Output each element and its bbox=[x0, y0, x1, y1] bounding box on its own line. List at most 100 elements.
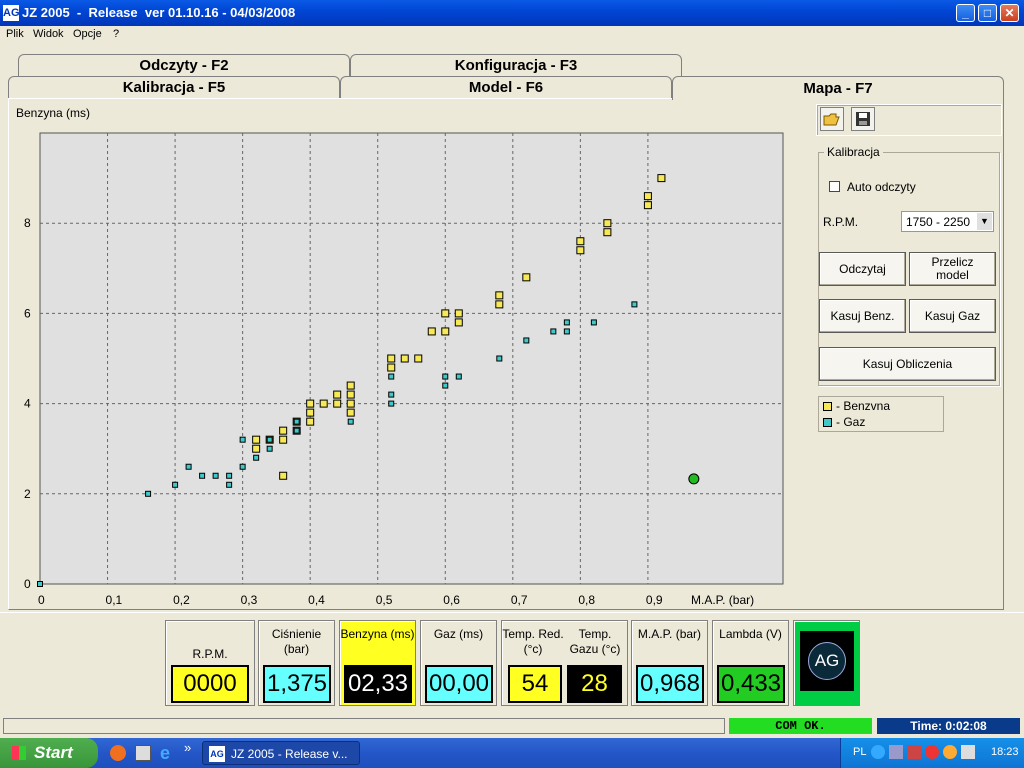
gaz-point bbox=[239, 436, 246, 443]
minimize-button[interactable]: _ bbox=[956, 4, 975, 22]
legend-benzyna-label: - Benzvna bbox=[836, 399, 891, 413]
benzyna-point bbox=[427, 327, 436, 336]
gaz-point bbox=[212, 472, 219, 479]
gaz-point bbox=[266, 445, 273, 452]
benzyna-point bbox=[495, 291, 504, 300]
gaz-point bbox=[239, 463, 246, 470]
y-tick-label: 8 bbox=[24, 216, 31, 230]
benzyna-point bbox=[441, 327, 450, 336]
status-progress bbox=[3, 718, 725, 734]
y-tick-label: 0 bbox=[24, 577, 31, 591]
menu-help[interactable]: ? bbox=[113, 28, 119, 40]
tab-mapa-active[interactable]: Mapa - F7 bbox=[672, 76, 1004, 100]
y-tick-label: 6 bbox=[24, 306, 31, 320]
tray-antivirus-icon[interactable] bbox=[925, 745, 939, 759]
app-shortcut-icon[interactable] bbox=[135, 745, 151, 761]
ie-icon[interactable]: e bbox=[160, 743, 170, 764]
benzyna-point bbox=[603, 228, 612, 237]
benzyna-point bbox=[576, 237, 585, 246]
current-operating-point bbox=[688, 473, 700, 485]
kasuj-benz-button[interactable]: Kasuj Benz. bbox=[819, 299, 906, 333]
benzyna-point bbox=[414, 354, 423, 363]
tab-kalibracja[interactable]: Kalibracja - F5 bbox=[8, 76, 340, 98]
tray-volume-icon[interactable] bbox=[961, 745, 975, 759]
gaz-point bbox=[590, 319, 597, 326]
x-tick-label: 0,7 bbox=[511, 593, 528, 607]
benzyna-point bbox=[387, 354, 396, 363]
open-folder-button[interactable] bbox=[820, 107, 844, 131]
x-tick-label: 0,4 bbox=[308, 593, 325, 607]
ag-logo-panel: AG bbox=[793, 620, 860, 706]
close-button[interactable]: ✕ bbox=[1000, 4, 1019, 22]
gauge-lambda-value: 0,433 bbox=[717, 665, 785, 703]
benzyna-point bbox=[333, 399, 342, 408]
benzyna-point bbox=[279, 471, 288, 480]
language-indicator[interactable]: PL bbox=[853, 746, 866, 758]
system-tray: PL 18:23 bbox=[840, 738, 1024, 768]
odczytaj-button[interactable]: Odczytaj bbox=[819, 252, 906, 286]
plot-area bbox=[39, 132, 784, 585]
benzyna-point bbox=[279, 426, 288, 435]
tray-back-icon[interactable] bbox=[871, 745, 885, 759]
x-tick-label: 0,8 bbox=[578, 593, 595, 607]
benzyna-point bbox=[346, 408, 355, 417]
gauge-rpm: R.P.M. 0000 bbox=[165, 620, 255, 706]
tray-security-icon[interactable] bbox=[907, 745, 921, 759]
benzyna-point bbox=[252, 444, 261, 453]
menu-plik[interactable]: Plik bbox=[6, 28, 24, 40]
x-axis-label: M.A.P. (bar) bbox=[691, 593, 754, 607]
gaz-point bbox=[563, 319, 570, 326]
window-title: JZ 2005 - Release ver 01.10.16 - 04/03/2… bbox=[22, 5, 296, 20]
gauge-temp-gazu-label: Temp. Gazu (°c) bbox=[569, 627, 621, 656]
gauge-temp-red-label: Temp. Red. (°c) bbox=[502, 627, 564, 656]
firefox-icon[interactable] bbox=[110, 745, 126, 761]
gaz-point bbox=[266, 436, 273, 443]
maximize-button[interactable]: □ bbox=[978, 4, 997, 22]
benzyna-point bbox=[346, 381, 355, 390]
gauge-lambda-label: Lambda (V) bbox=[719, 627, 782, 641]
gauge-gaz-value: 00,00 bbox=[425, 665, 493, 703]
save-button[interactable] bbox=[851, 107, 875, 131]
benzyna-point bbox=[441, 309, 450, 318]
benzyna-point bbox=[643, 192, 652, 201]
gaz-point bbox=[226, 472, 233, 479]
gauge-map: M.A.P. (bar) 0,968 bbox=[631, 620, 708, 706]
gaz-point bbox=[563, 328, 570, 335]
legend-gaz-label: - Gaz bbox=[836, 415, 866, 429]
start-button[interactable]: Start bbox=[0, 738, 98, 768]
rpm-select[interactable]: 1750 - 2250 ▼ bbox=[901, 211, 994, 232]
gauge-cisnienie-label: Ciśnienie (bar) bbox=[271, 627, 322, 656]
gauge-lambda: Lambda (V) 0,433 bbox=[712, 620, 789, 706]
menu-widok[interactable]: Widok bbox=[33, 28, 64, 40]
gaz-point bbox=[442, 382, 449, 389]
kasuj-gaz-button[interactable]: Kasuj Gaz bbox=[909, 299, 996, 333]
benzyna-point bbox=[252, 435, 261, 444]
tab-odczyty[interactable]: Odczyty - F2 bbox=[18, 54, 350, 76]
auto-odczyty-checkbox[interactable] bbox=[829, 181, 840, 192]
tab-model[interactable]: Model - F6 bbox=[340, 76, 672, 98]
tab-konfiguracja[interactable]: Konfiguracja - F3 bbox=[350, 54, 682, 76]
y-tick-label: 2 bbox=[24, 487, 31, 501]
gauge-cisnienie-value: 1,375 bbox=[263, 665, 331, 703]
status-bar: COM OK. Time: 0:02:08 bbox=[0, 716, 1024, 738]
benzyna-point bbox=[454, 318, 463, 327]
tray-app-icon[interactable] bbox=[943, 745, 957, 759]
taskbar-window-button[interactable]: AG JZ 2005 - Release v... bbox=[202, 741, 360, 765]
benzyna-point bbox=[306, 417, 315, 426]
gauge-map-label: M.A.P. (bar) bbox=[637, 627, 702, 641]
save-icon bbox=[856, 112, 870, 126]
gauge-rpm-value: 0000 bbox=[171, 665, 249, 703]
gaz-point bbox=[226, 481, 233, 488]
chevron-down-icon[interactable]: ▼ bbox=[977, 213, 992, 230]
quicklaunch-chevron[interactable]: » bbox=[184, 740, 191, 755]
benzyna-point bbox=[657, 174, 666, 183]
kasuj-obliczenia-button[interactable]: Kasuj Obliczenia bbox=[819, 347, 996, 381]
x-tick-label: 0,5 bbox=[376, 593, 393, 607]
tray-network-icon[interactable] bbox=[889, 745, 903, 759]
menu-opcje[interactable]: Opcje bbox=[73, 28, 102, 40]
time-status: Time: 0:02:08 bbox=[877, 718, 1020, 734]
legend-benzyna-swatch bbox=[823, 402, 832, 411]
benzyna-point bbox=[306, 408, 315, 417]
benzyna-point bbox=[454, 309, 463, 318]
przelicz-model-button[interactable]: Przelicz model bbox=[909, 252, 996, 286]
